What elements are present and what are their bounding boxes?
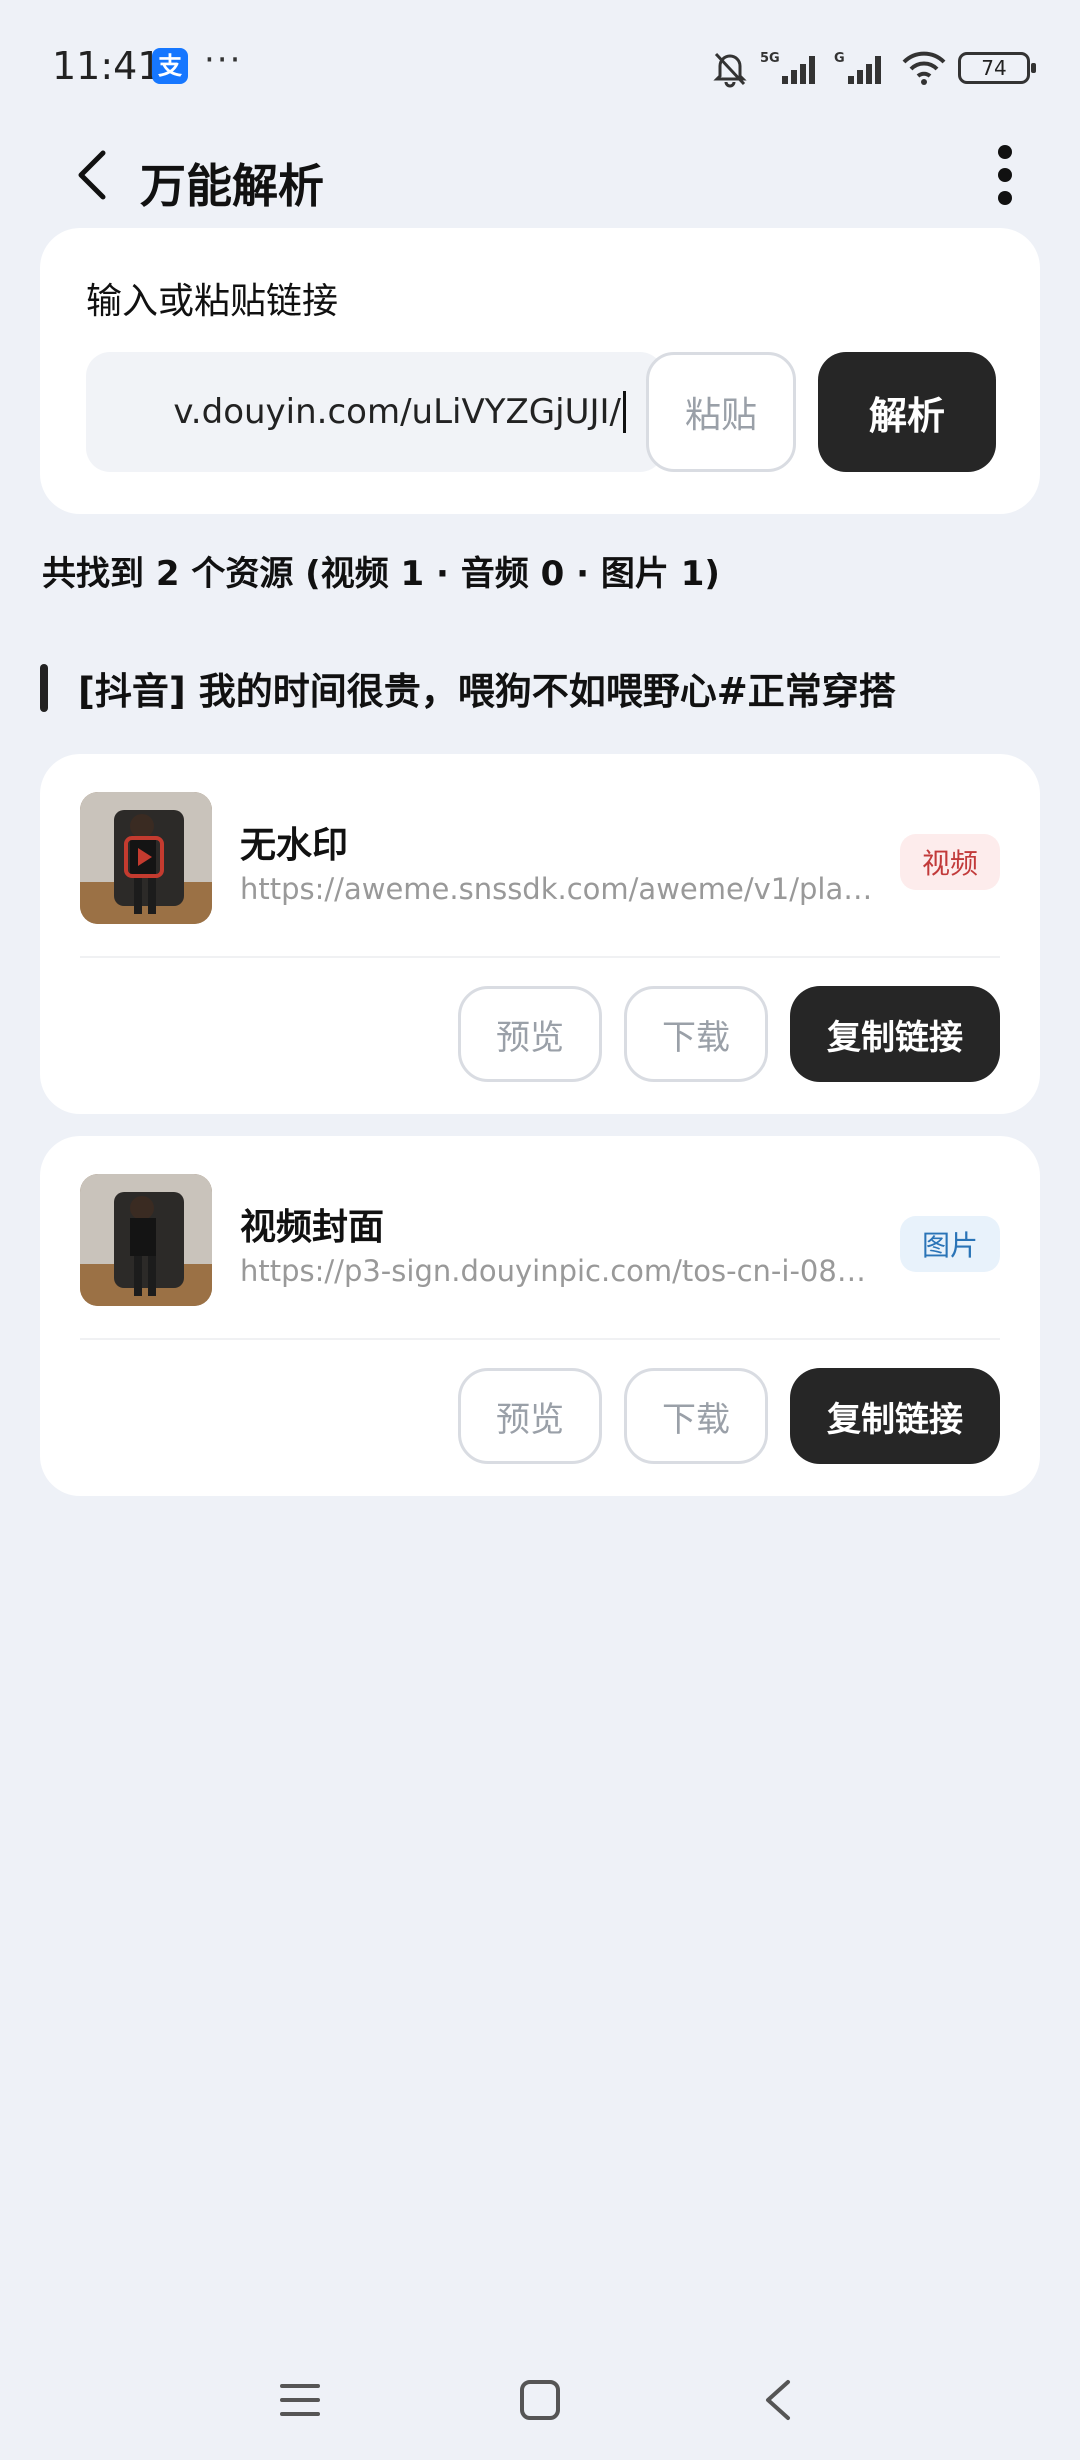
input-label: 输入或粘贴链接 bbox=[86, 281, 339, 322]
more-vert-icon bbox=[998, 145, 1012, 159]
divider bbox=[80, 956, 1000, 958]
recent-apps-button[interactable] bbox=[260, 2360, 340, 2440]
download-button[interactable]: 下载 bbox=[624, 986, 768, 1082]
thumbnail-image bbox=[80, 792, 212, 924]
signal-g-icon: G bbox=[834, 51, 881, 84]
divider bbox=[80, 1338, 1000, 1340]
parse-button[interactable]: 解析 bbox=[818, 352, 996, 472]
mute-bell-icon bbox=[713, 52, 747, 88]
paste-button[interactable]: 粘贴 bbox=[646, 352, 796, 472]
alipay-icon: 支 bbox=[152, 48, 188, 84]
status-bar: 11:41 支 ··· 5G G 74 bbox=[0, 0, 1080, 130]
image-thumbnail[interactable] bbox=[80, 1174, 212, 1306]
resource-card: 视频封面 https://p3-sign.douyinpic.com/tos-c… bbox=[40, 1136, 1040, 1496]
resource-name: 无水印 bbox=[240, 825, 349, 866]
url-input-value: v.douyin.com/uLiVYZGjUJI/ bbox=[173, 392, 621, 432]
section-title-text: [抖音] 我的时间很贵，喂狗不如喂野心#正常穿搭 bbox=[78, 670, 896, 713]
svg-text:G: G bbox=[834, 51, 845, 66]
status-time: 11:41 bbox=[52, 44, 162, 88]
system-back-button[interactable] bbox=[738, 2360, 818, 2440]
system-navigation-bar bbox=[0, 2340, 1080, 2460]
link-input-card: 输入或粘贴链接 v.douyin.com/uLiVYZGjUJI/ 粘贴 解析 bbox=[40, 228, 1040, 514]
preview-button[interactable]: 预览 bbox=[458, 986, 602, 1082]
section-title: [抖音] 我的时间很贵，喂狗不如喂野心#正常穿搭 bbox=[40, 664, 896, 713]
copy-link-button[interactable]: 复制链接 bbox=[790, 986, 1000, 1082]
page-title: 万能解析 bbox=[140, 159, 324, 213]
app-header: 万能解析 bbox=[0, 120, 1080, 240]
resource-name: 视频封面 bbox=[240, 1207, 385, 1248]
home-square-icon bbox=[520, 2380, 560, 2420]
video-badge: 视频 bbox=[899, 834, 1000, 890]
wifi-icon bbox=[902, 51, 946, 85]
url-input[interactable]: v.douyin.com/uLiVYZGjUJI/ bbox=[86, 352, 664, 472]
section-accent-bar bbox=[40, 664, 48, 712]
battery-icon: 74 bbox=[958, 52, 1036, 84]
result-summary: 共找到 2 个资源 (视频 1 · 音频 0 · 图片 1) bbox=[42, 554, 720, 594]
more-notifications-icon: ··· bbox=[204, 40, 243, 80]
text-caret bbox=[623, 391, 626, 433]
signal-5g-icon: 5G bbox=[760, 51, 815, 84]
resource-url: https://p3-sign.douyinpic.com/tos-cn-i-0… bbox=[240, 1254, 880, 1288]
svg-text:5G: 5G bbox=[760, 51, 780, 66]
thumbnail-image bbox=[80, 1174, 212, 1306]
back-chevron-icon bbox=[766, 2380, 790, 2420]
image-badge: 图片 bbox=[899, 1216, 1000, 1272]
more-menu-button[interactable] bbox=[970, 130, 1040, 220]
menu-lines-icon bbox=[280, 2384, 320, 2416]
more-vert-dot bbox=[998, 168, 1012, 182]
back-button[interactable] bbox=[48, 130, 138, 220]
home-button[interactable] bbox=[500, 2360, 580, 2440]
download-button[interactable]: 下载 bbox=[624, 1368, 768, 1464]
more-vert-dot bbox=[998, 191, 1012, 205]
video-thumbnail[interactable] bbox=[80, 792, 212, 924]
resource-url: https://aweme.snssdk.com/aweme/v1/play/?… bbox=[240, 872, 880, 906]
preview-button[interactable]: 预览 bbox=[458, 1368, 602, 1464]
copy-link-button[interactable]: 复制链接 bbox=[790, 1368, 1000, 1464]
back-arrow-icon bbox=[78, 150, 106, 200]
status-indicators: 5G G 74 bbox=[710, 46, 1036, 90]
resource-card: 无水印 https://aweme.snssdk.com/aweme/v1/pl… bbox=[40, 754, 1040, 1114]
